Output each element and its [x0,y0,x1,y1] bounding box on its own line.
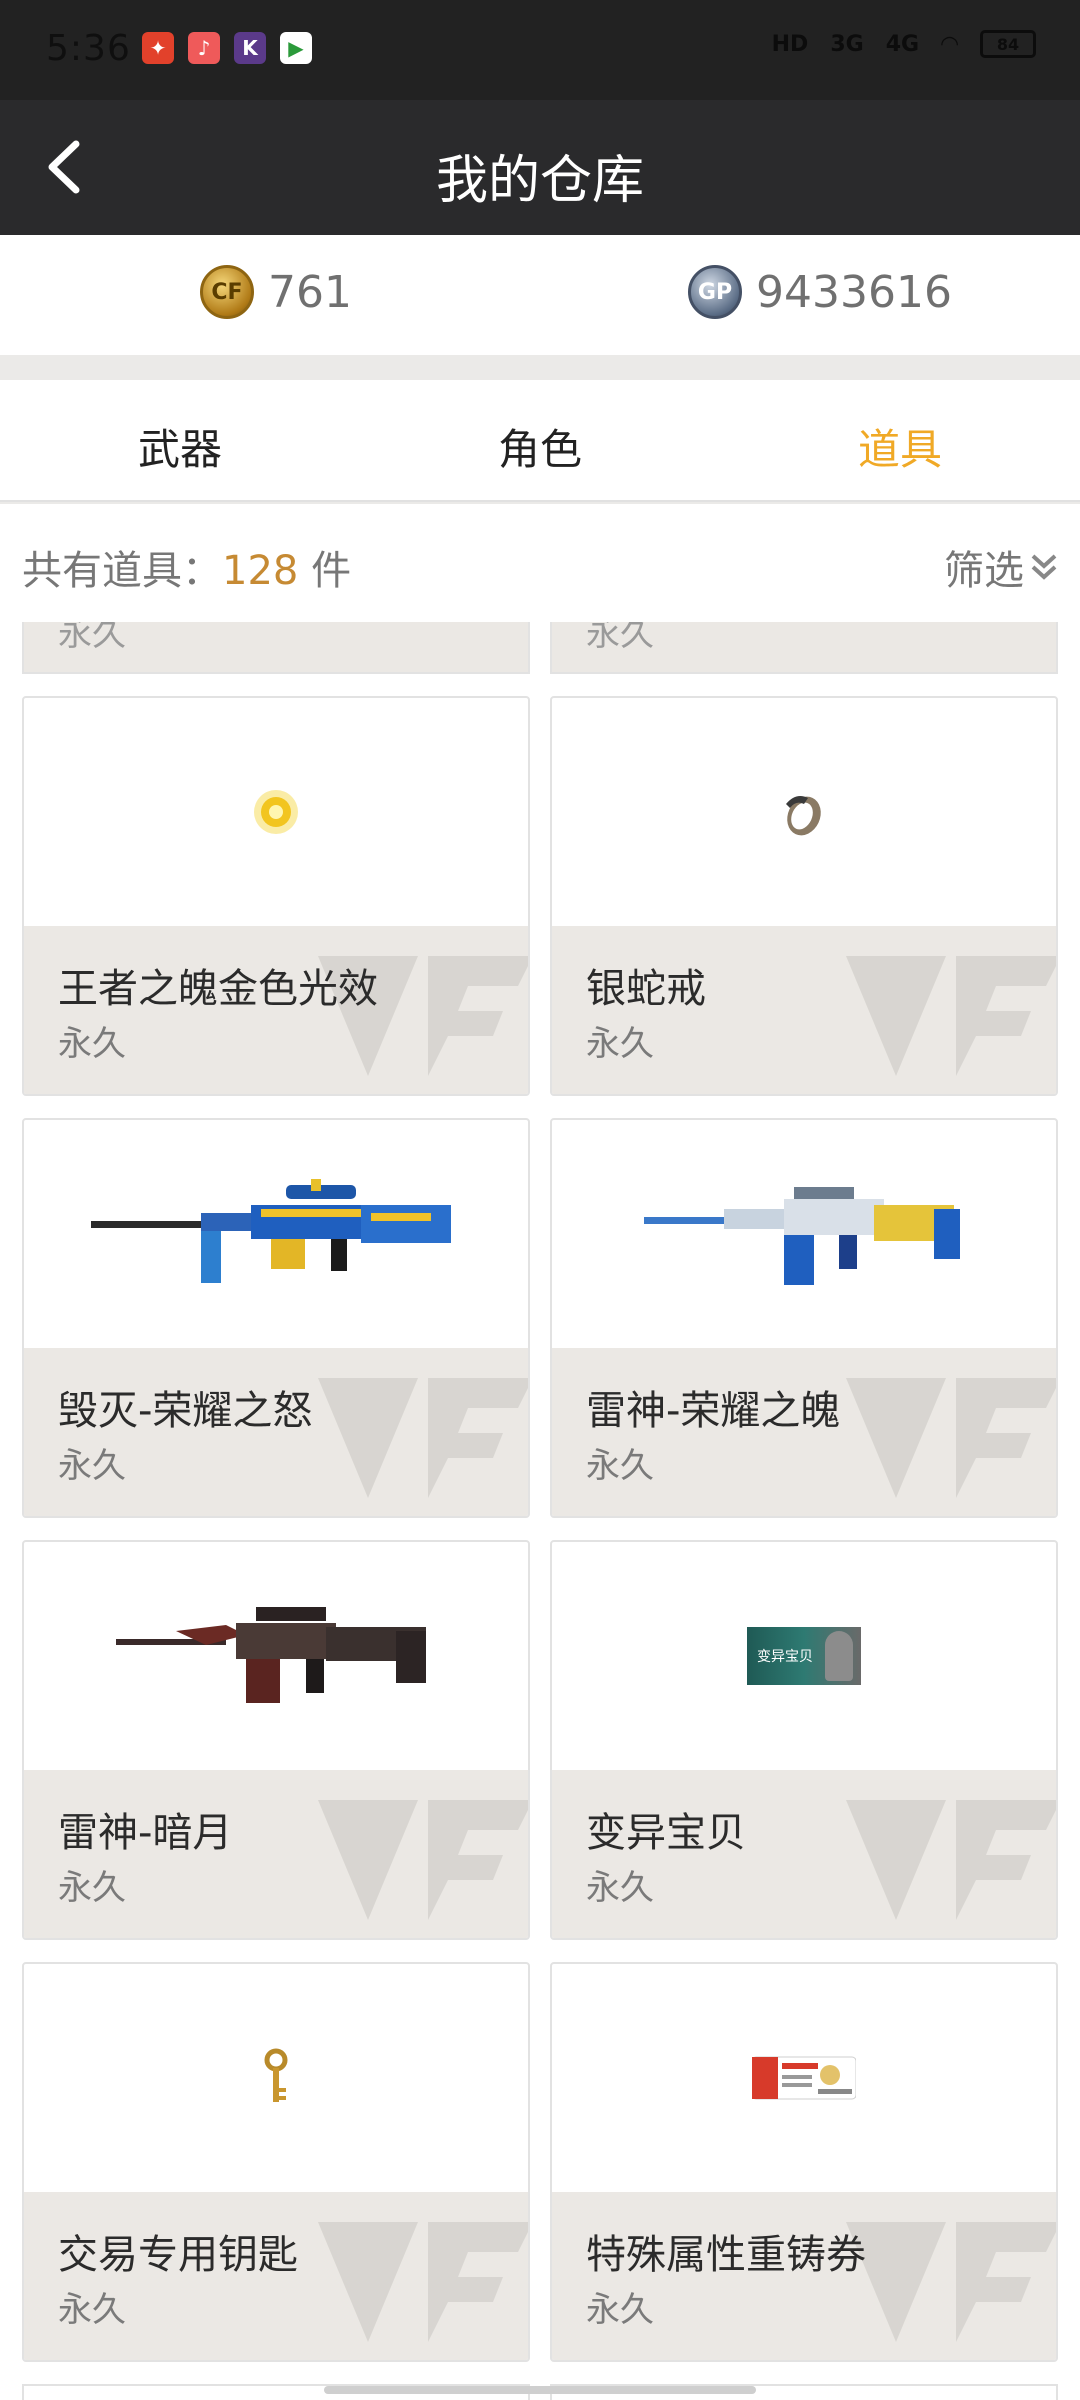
crossfire-app-icon: ✦ [142,32,174,64]
signal-4g-icon: 4G [885,31,920,57]
item-count-prefix: 共有道具： [22,548,222,594]
status-bar: 5:36 ✦ ♪ K ▶ HD 3G 4G ◠ 84 [0,0,1080,100]
summary-bar: 共有道具：128 件 筛选 [0,504,1080,622]
item-count: 共有道具：128 件 [22,538,351,596]
item-name: 王者之魄金色光效 [58,966,378,1012]
battery-level: 84 [996,34,1020,54]
gold-glow-icon [254,790,298,834]
item-info: 雷神-荣耀之魄 永久 [552,1348,1056,1516]
video-app-icon: ▶ [280,32,312,64]
item-duration: 永久 [586,622,654,654]
item-info: 王者之魄金色光效 永久 [24,926,528,1094]
item-name: 特殊属性重铸券 [586,2232,866,2278]
cf-watermark-icon [846,2222,1056,2342]
item-image [552,698,1056,926]
list-item[interactable]: 永久 [22,622,530,674]
item-name: 银蛇戒 [586,966,706,1012]
item-info: 雷神-暗月 永久 [24,1770,528,1938]
item-duration: 永久 [58,1446,126,1486]
cf-coin-icon: CF [200,265,254,319]
filter-label: 筛选 [944,548,1024,594]
mutant-card-icon: 变异宝贝 [747,1627,861,1685]
notification-icons: ✦ ♪ K ▶ [142,32,312,64]
item-name: 雷神-暗月 [58,1810,233,1856]
item-name: 交易专用钥匙 [58,2232,298,2278]
sniper-rifle-icon [91,1179,451,1283]
item-duration: 永久 [58,1024,126,1064]
header: 我的仓库 [0,100,1080,235]
list-item[interactable]: 银蛇戒 永久 [550,696,1058,1096]
item-duration: 永久 [58,2290,126,2330]
cf-watermark-icon [846,1800,1056,1920]
item-grid: 永久 永久 王者之魄金色光效 永久 银蛇戒 永久 毁灭-荣耀之怒 永久 雷神-荣… [0,622,1080,2400]
silver-snake-ring-icon [786,796,821,836]
item-count-suffix: 件 [298,548,352,594]
item-info: 毁灭-荣耀之怒 永久 [24,1348,528,1516]
list-item[interactable]: 雷神-暗月 永久 [22,1540,530,1940]
item-duration: 永久 [586,1024,654,1064]
filter-button[interactable]: 筛选 [944,538,1058,596]
list-item[interactable]: 变异宝贝 变异宝贝 永久 [550,1540,1058,1940]
item-image [552,1120,1056,1348]
list-item[interactable]: 特殊属性重铸券 永久 [550,1962,1058,2362]
category-tabs: 武器 角色 道具 [0,380,1080,502]
status-time: 5:36 [46,28,131,69]
item-info: 特殊属性重铸券 永久 [552,2192,1056,2360]
karaoke-app-icon: ♪ [188,32,220,64]
wifi-icon: ◠ [941,31,958,57]
cf-watermark-icon [318,1378,528,1498]
hd-icon: HD [771,31,809,57]
item-image: 变异宝贝 [552,1542,1056,1770]
home-indicator[interactable] [324,2386,756,2394]
cf-watermark-icon [846,1378,1056,1498]
item-image [24,1964,528,2192]
list-item[interactable]: 永久 [550,622,1058,674]
page-title: 我的仓库 [435,151,644,211]
item-duration: 永久 [586,2290,654,2330]
chevron-down-icon [1031,554,1057,580]
key-icon [264,2048,288,2102]
item-image [552,1964,1056,2192]
currency-bar: CF 761 GP 9433616 [0,235,1080,355]
battery-icon: 84 [980,30,1036,58]
cf-amount: 761 [268,266,352,318]
tab-characters[interactable]: 角色 [440,416,640,477]
gp-coin-icon: GP [688,265,742,319]
item-duration: 永久 [58,1868,126,1908]
item-duration: 永久 [58,622,126,654]
item-info: 变异宝贝 永久 [552,1770,1056,1938]
cf-watermark-icon [846,956,1056,1076]
cf-watermark-icon [318,1800,528,1920]
ticket-icon [752,2056,856,2100]
tab-items[interactable]: 道具 [800,416,1000,477]
item-image [24,1120,528,1348]
item-info: 银蛇戒 永久 [552,926,1056,1094]
cf-currency: CF 761 [200,265,352,319]
gp-amount: 9433616 [756,266,952,318]
list-item[interactable]: 交易专用钥匙 永久 [22,1962,530,2362]
item-image [24,1542,528,1770]
item-duration: 永久 [586,1868,654,1908]
k-app-icon: K [234,32,266,64]
item-duration: 永久 [586,1446,654,1486]
mutant-card-label: 变异宝贝 [757,1649,813,1665]
list-item[interactable]: 毁灭-荣耀之怒 永久 [22,1118,530,1518]
status-indicators: HD 3G 4G ◠ 84 [772,30,1036,58]
cf-watermark-icon [318,2222,528,2342]
item-name: 变异宝贝 [586,1810,746,1856]
gp-currency: GP 9433616 [688,265,952,319]
item-info: 交易专用钥匙 永久 [24,2192,528,2360]
assault-rifle-dark-icon [116,1607,426,1703]
list-item[interactable]: 雷神-荣耀之魄 永久 [550,1118,1058,1518]
item-count-number: 128 [222,548,299,594]
item-name: 雷神-荣耀之魄 [586,1388,841,1434]
tab-weapons[interactable]: 武器 [80,416,280,477]
list-item[interactable]: 王者之魄金色光效 永久 [22,696,530,1096]
item-name: 毁灭-荣耀之怒 [58,1388,313,1434]
signal-3g-icon: 3G [830,31,864,57]
assault-rifle-blue-icon [644,1187,960,1285]
item-image [24,698,528,926]
